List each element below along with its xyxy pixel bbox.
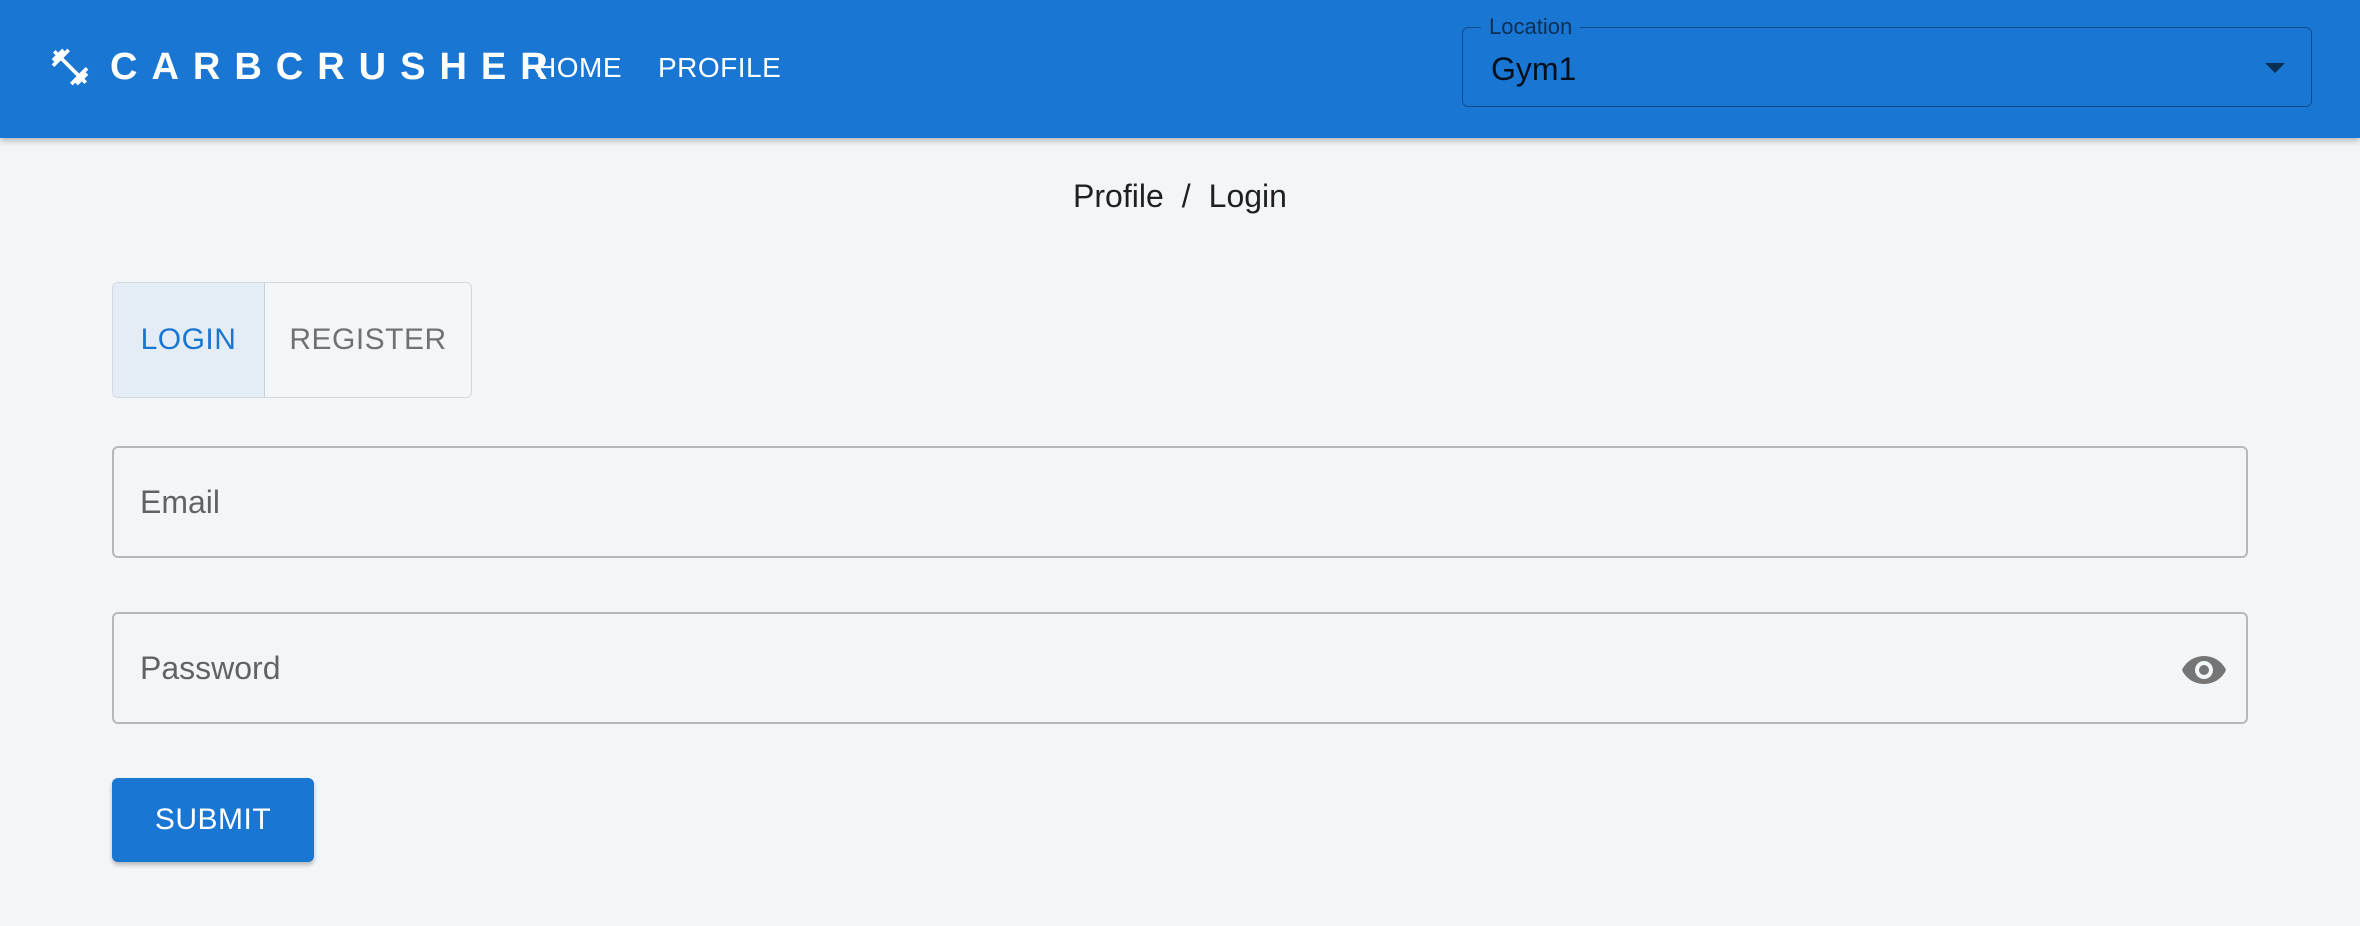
breadcrumb: Profile / Login xyxy=(0,176,2360,216)
app-bar: CARBCRUSHER HOME PROFILE Location Gym1 xyxy=(0,0,2360,138)
breadcrumb-item-login: Login xyxy=(1208,178,1287,214)
location-label: Location xyxy=(1481,13,1581,41)
brand-name: CARBCRUSHER xyxy=(110,46,562,88)
password-input[interactable] xyxy=(114,614,2246,722)
email-field-container xyxy=(112,446,2248,558)
breadcrumb-separator: / xyxy=(1181,178,1191,214)
eye-icon xyxy=(2182,656,2226,684)
nav-home-link[interactable]: HOME xyxy=(536,50,622,86)
brand-logo-link[interactable]: CARBCRUSHER xyxy=(48,44,562,90)
nav-profile-link[interactable]: PROFILE xyxy=(658,50,781,86)
auth-mode-toggle: LOGIN REGISTER xyxy=(112,282,472,398)
location-selected-value: Gym1 xyxy=(1491,51,1577,87)
toggle-password-visibility-button[interactable] xyxy=(2180,648,2228,692)
password-field-container xyxy=(112,612,2248,724)
chevron-down-icon xyxy=(2265,63,2285,73)
login-toggle-button[interactable]: LOGIN xyxy=(113,283,265,397)
email-input[interactable] xyxy=(114,448,2246,556)
dumbbell-icon xyxy=(51,48,89,86)
register-toggle-button[interactable]: REGISTER xyxy=(265,283,471,397)
submit-button[interactable]: SUBMIT xyxy=(112,778,314,862)
location-select[interactable]: Location Gym1 xyxy=(1462,13,2312,107)
breadcrumb-item-profile[interactable]: Profile xyxy=(1073,178,1164,214)
